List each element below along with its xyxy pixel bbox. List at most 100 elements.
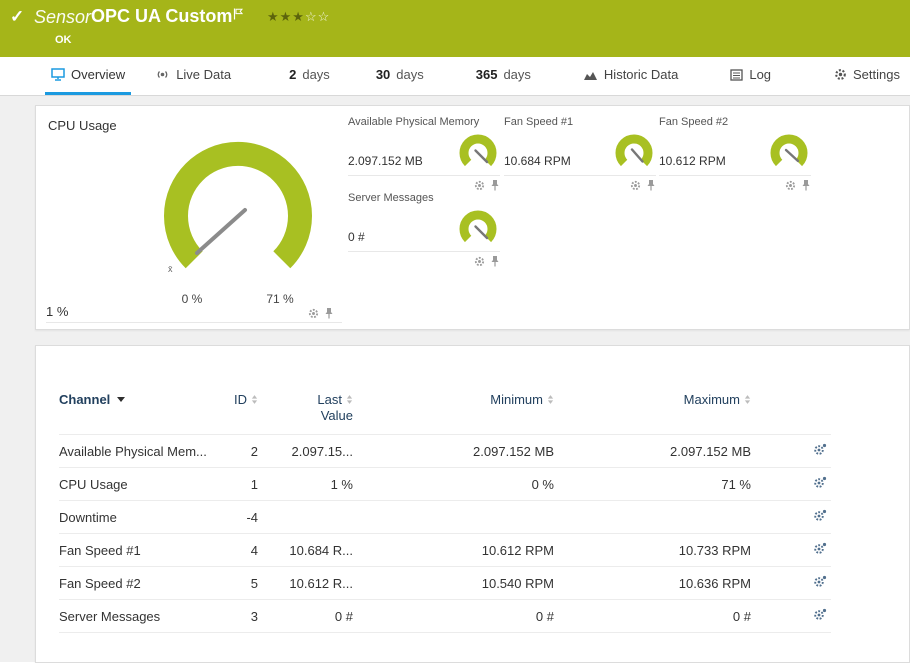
tab-days-unit: days [396,67,424,82]
gauge-gear-icon[interactable] [785,178,796,196]
small-gauge-dial [459,210,497,243]
channel-minimum [353,500,554,534]
small-gauge-value: 10.684 RPM [504,154,571,168]
small-gauge-title: Server Messages [348,192,434,204]
small-gauge-dial [615,134,653,167]
live-data-icon [155,68,170,81]
table-row[interactable]: Fan Speed #2 5 10.612 R... 10.540 RPM 10… [59,566,831,600]
channels-panel: Channel ID Last Value Minimum Maximum Ava… [35,345,910,663]
table-row[interactable]: CPU Usage 1 1 % 0 % 71 % [59,467,831,501]
small-gauge-dial [459,134,497,167]
channel-name: CPU Usage [59,467,209,501]
channel-last-value: 1 % [258,467,353,501]
tab-overview[interactable]: Overview [45,57,132,95]
channel-name: Fan Speed #2 [59,566,209,600]
gauge-max-label: 71 % [266,292,294,306]
channel-last-value [258,500,353,534]
sort-icon [251,395,258,404]
header-label: Last [317,392,342,407]
channel-last-value: 0 # [258,599,353,633]
channel-settings-icon[interactable] [813,443,827,459]
channel-maximum [554,500,751,534]
tab-365-days[interactable]: 365 days [470,57,537,95]
gauge-pin-icon[interactable] [646,178,656,196]
stars-filled: ★★★ [267,9,305,24]
gauge-pin-icon[interactable] [490,254,500,272]
channel-last-value: 10.684 R... [258,533,353,567]
channel-name: Available Physical Mem... [59,434,209,468]
table-row[interactable]: Server Messages 3 0 # 0 # 0 # [59,599,831,633]
header-channel[interactable]: Channel [59,382,209,435]
stars-empty: ☆☆ [304,9,331,24]
tab-days-value: 2 [289,67,297,82]
sort-icon [547,395,554,404]
channel-settings-icon[interactable] [813,509,827,525]
average-marker: x̄ [168,264,173,274]
header-label: ID [234,392,247,407]
channel-settings-icon[interactable] [813,476,827,492]
header-label: Channel [59,392,111,407]
gauge-pin-icon[interactable] [801,178,811,196]
channel-minimum: 2.097.152 MB [353,434,554,468]
channel-minimum: 0 # [353,599,554,633]
header-actions [751,382,831,435]
channel-id: 3 [209,599,258,633]
small-gauge-title: Available Physical Memory [348,116,480,128]
channel-settings-icon[interactable] [813,608,827,624]
channel-minimum: 10.612 RPM [353,533,554,567]
channel-name: Server Messages [59,599,209,633]
small-gauge-title: Fan Speed #2 [659,116,729,128]
channel-maximum: 10.733 RPM [554,533,751,567]
channel-last-value: 2.097.15... [258,434,353,468]
small-gauge-value: 2.097.152 MB [348,154,423,168]
channel-id: 1 [209,467,258,501]
content-area: CPU Usage x̄ 0 % 71 % 1 % Available Phys… [0,96,910,663]
channel-id: 2 [209,434,258,468]
tab-label: Live Data [176,67,232,82]
tab-days-value: 30 [375,67,391,82]
tab-label: Settings [853,67,900,82]
small-gauge-dial [770,134,808,167]
channel-id: 4 [209,533,258,567]
table-row[interactable]: Downtime -4 [59,500,831,534]
channel-settings-icon[interactable] [813,542,827,558]
tab-2-days[interactable]: 2 days [283,57,336,95]
tab-label: Log [749,67,772,82]
object-kind-label: Sensor [34,7,92,27]
channel-maximum: 0 # [554,599,751,633]
header-id[interactable]: ID [209,382,258,435]
gauge-gear-icon[interactable] [474,254,485,272]
priority-stars[interactable]: ★★★☆☆ [267,9,330,25]
tab-log[interactable]: Log [724,57,777,95]
channel-settings-icon[interactable] [813,575,827,591]
tab-days-unit: days [302,67,330,82]
tab-30-days[interactable]: 30 days [370,57,430,95]
tab-live-data[interactable]: Live Data [149,57,237,95]
tab-label: Historic Data [603,67,679,82]
gauge-gear-icon[interactable] [630,178,641,196]
table-header-row: Channel ID Last Value Minimum Maximum [59,382,831,435]
small-gauge-available-physical-memory: Available Physical Memory 2.097.152 MB [348,116,500,196]
small-gauge-fan-speed-2: Fan Speed #2 10.612 RPM [659,116,811,196]
table-row[interactable]: Fan Speed #1 4 10.684 R... 10.612 RPM 10… [59,533,831,567]
flag-icon[interactable] [233,7,244,25]
overview-monitor-icon [51,68,65,81]
header-maximum[interactable]: Maximum [554,382,751,435]
small-gauge-server-messages: Server Messages 0 # [348,192,500,272]
tab-settings[interactable]: Settings [828,57,906,95]
channels-table: Channel ID Last Value Minimum Maximum Ava… [59,382,831,633]
sensor-header: ✓ Sensor OPC UA Custom ★★★☆☆ OK [0,0,910,57]
cpu-usage-gauge [164,142,312,269]
small-gauge-value: 10.612 RPM [659,154,726,168]
header-minimum[interactable]: Minimum [353,382,554,435]
channel-name: Downtime [59,500,209,534]
header-last-value[interactable]: Last Value [258,382,353,435]
table-row[interactable]: Available Physical Mem... 2 2.097.15... … [59,434,831,468]
channel-minimum: 10.540 RPM [353,566,554,600]
header-label: Minimum [490,392,543,407]
tab-bar: Overview Live Data 2 days 30 days 365 da… [0,57,910,96]
sort-icon [744,395,751,404]
gauge-min-label: 0 % [181,292,203,306]
tab-days-value: 365 [475,67,498,82]
tab-historic-data[interactable]: Historic Data [577,57,684,95]
